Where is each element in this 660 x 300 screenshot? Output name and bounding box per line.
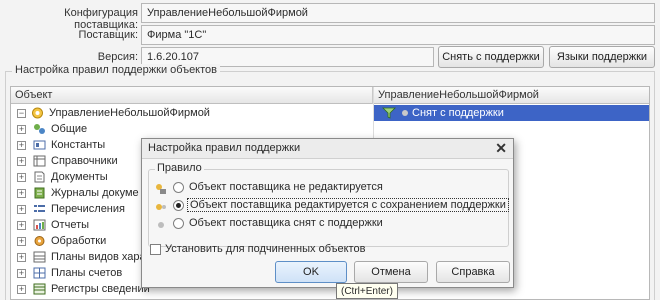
cancel-button[interactable]: Отмена (354, 261, 428, 283)
root-status-cell[interactable]: Снят с поддержки (374, 105, 649, 121)
tree-item-label: Общие (51, 123, 88, 135)
expand-icon[interactable]: + (17, 141, 26, 150)
rule-option-radio[interactable] (173, 200, 184, 211)
supplier-label: Поставщик: (78, 29, 138, 41)
rules-group-title: Настройка правил поддержки объектов (12, 64, 220, 76)
expand-icon[interactable]: + (17, 173, 26, 182)
configuration-icon (32, 107, 43, 119)
enums-icon (34, 205, 45, 212)
rule-option-label[interactable]: Объект поставщика редактируется с сохран… (187, 198, 509, 212)
tree-item-label: Документы (51, 171, 108, 183)
remove-support-button[interactable]: Снять с поддержки (438, 46, 544, 68)
rule-option-radio[interactable] (173, 182, 184, 193)
tree-root-row[interactable]: − УправлениеНебольшойФирмой Снят с подде… (11, 105, 649, 121)
filter-icon (382, 107, 396, 119)
supplier-config-field[interactable]: УправлениеНебольшойФирмой (141, 3, 655, 23)
registers-icon (33, 283, 46, 295)
chart-accounts-icon (33, 267, 46, 279)
ok-button[interactable]: OK (275, 261, 347, 283)
expand-icon[interactable]: + (17, 285, 26, 294)
rule-group-title: Правило (155, 162, 204, 174)
dialog-title: Настройка правил поддержки (148, 142, 301, 154)
chart-types-icon (33, 251, 46, 263)
rule-option-label[interactable]: Объект поставщика снят с поддержки (189, 217, 383, 229)
dialog-titlebar[interactable]: Настройка правил поддержки ✕ (142, 139, 513, 159)
edit-with-support-icon (156, 204, 166, 210)
support-removed-icon (158, 222, 164, 228)
tree-item-label: Регистры сведений (51, 283, 150, 295)
documents-icon (34, 171, 45, 183)
reports-icon (33, 219, 46, 231)
expand-icon[interactable]: + (17, 253, 26, 262)
tree-item-label: Журналы докуме (51, 187, 139, 199)
rule-option-radio[interactable] (173, 218, 184, 229)
column-header-object[interactable]: Объект (11, 87, 373, 104)
tree-item-label: Планы видов хара (51, 251, 146, 263)
processing-icon (34, 236, 45, 246)
tree-item-label: Перечисления (51, 203, 125, 215)
catalogs-icon (33, 155, 46, 167)
expand-icon[interactable]: + (17, 205, 26, 214)
root-status-label: Снят с поддержки (412, 107, 504, 119)
supplier-config-label: Конфигурация поставщика: (64, 7, 138, 31)
tree-row[interactable]: + Общие (11, 121, 649, 137)
expand-icon[interactable]: + (17, 189, 26, 198)
tree-item-label: Отчеты (51, 219, 90, 231)
tree-root-label: УправлениеНебольшойФирмой (49, 107, 210, 119)
tree-item-label: Константы (51, 139, 106, 151)
lock-icon (156, 184, 166, 194)
tree-item-label: Планы счетов (51, 267, 123, 279)
expand-icon[interactable]: + (17, 221, 26, 230)
expand-icon[interactable]: + (17, 269, 26, 278)
constants-icon (33, 140, 46, 150)
help-button[interactable]: Справка (436, 261, 510, 283)
close-icon[interactable]: ✕ (495, 140, 507, 157)
tree-item-label: Справочники (51, 155, 118, 167)
collapse-icon[interactable]: − (17, 109, 26, 118)
ok-shortcut-tooltip: (Ctrl+Enter) (336, 283, 398, 299)
expand-icon[interactable]: + (17, 157, 26, 166)
journals-icon (34, 187, 45, 199)
tree-item-label: Обработки (51, 235, 107, 247)
rule-option-label[interactable]: Объект поставщика не редактируется (189, 181, 383, 193)
apply-to-children-label[interactable]: Установить для подчиненных объектов (165, 243, 365, 255)
column-header-config[interactable]: УправлениеНебольшойФирмой (374, 87, 649, 104)
support-languages-button[interactable]: Языки поддержки (549, 46, 655, 68)
common-icon (34, 124, 45, 134)
apply-to-children-checkbox[interactable] (150, 244, 161, 255)
support-rules-dialog[interactable]: Настройка правил поддержки ✕ Правило Объ… (141, 138, 514, 288)
version-label: Версия: (97, 51, 138, 63)
supplier-field[interactable]: Фирма "1С" (141, 25, 655, 45)
expand-icon[interactable]: + (17, 237, 26, 246)
status-dot-icon (402, 110, 408, 116)
grid-header: Объект УправлениеНебольшойФирмой (11, 87, 649, 104)
expand-icon[interactable]: + (17, 125, 26, 134)
